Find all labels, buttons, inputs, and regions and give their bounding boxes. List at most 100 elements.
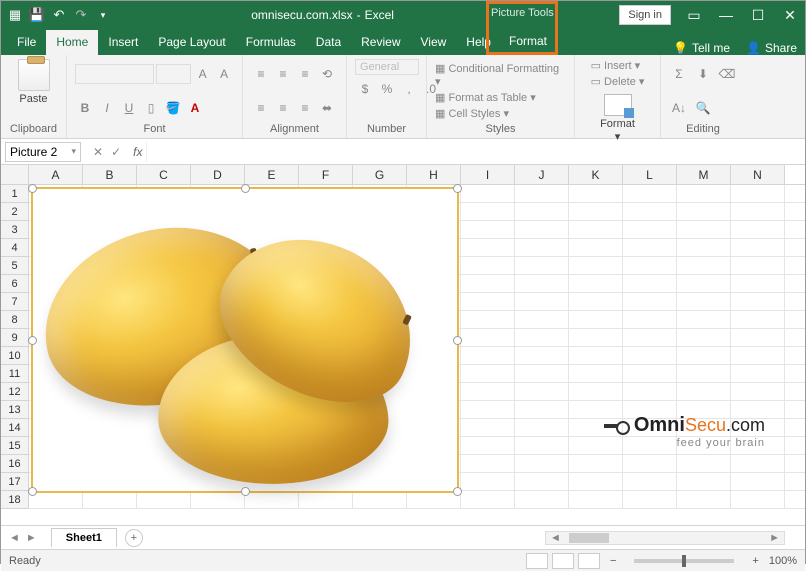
find-select-icon[interactable]: 🔍 — [693, 98, 713, 118]
row-header[interactable]: 15 — [1, 437, 29, 455]
page-break-view-button[interactable] — [578, 553, 600, 569]
select-all-corner[interactable] — [1, 165, 29, 184]
confirm-formula-icon[interactable]: ✓ — [111, 145, 121, 159]
tab-help[interactable]: Help — [456, 30, 501, 55]
sheet-tab[interactable]: Sheet1 — [51, 528, 117, 547]
row-header[interactable]: 17 — [1, 473, 29, 491]
column-header[interactable]: K — [569, 165, 623, 184]
tab-review[interactable]: Review — [351, 30, 410, 55]
worksheet-cells[interactable]: OmniSecu.com feed your brain — [29, 185, 805, 509]
clear-icon[interactable]: ⌫ — [717, 64, 737, 84]
scroll-thumb[interactable] — [569, 533, 609, 543]
delete-cells-button[interactable]: ▭ Delete ▾ — [591, 75, 645, 88]
merge-icon[interactable]: ⬌ — [317, 98, 337, 118]
align-center-icon[interactable]: ≡ — [273, 98, 293, 118]
selected-picture[interactable] — [31, 187, 459, 493]
column-header[interactable]: G — [353, 165, 407, 184]
column-header[interactable]: E — [245, 165, 299, 184]
align-top-icon[interactable]: ≡ — [251, 64, 271, 84]
column-header[interactable]: L — [623, 165, 677, 184]
column-header[interactable]: N — [731, 165, 785, 184]
align-bottom-icon[interactable]: ≡ — [295, 64, 315, 84]
column-header[interactable]: F — [299, 165, 353, 184]
align-middle-icon[interactable]: ≡ — [273, 64, 293, 84]
fx-icon[interactable]: fx — [129, 145, 146, 159]
row-header[interactable]: 7 — [1, 293, 29, 311]
zoom-level[interactable]: 100% — [769, 555, 797, 567]
zoom-in-button[interactable]: + — [746, 555, 764, 567]
format-as-table-button[interactable]: ▦ Format as Table ▾ — [435, 91, 566, 104]
tab-home[interactable]: Home — [46, 30, 98, 55]
tab-format[interactable]: Format — [500, 29, 556, 54]
resize-handle[interactable] — [241, 184, 250, 193]
row-header[interactable]: 8 — [1, 311, 29, 329]
align-left-icon[interactable]: ≡ — [251, 98, 271, 118]
align-right-icon[interactable]: ≡ — [295, 98, 315, 118]
fill-icon[interactable]: ⬇ — [693, 64, 713, 84]
percent-icon[interactable]: % — [377, 79, 397, 99]
format-cells-button[interactable]: Format ▾ — [600, 94, 635, 143]
normal-view-button[interactable] — [526, 553, 548, 569]
column-header[interactable]: A — [29, 165, 83, 184]
row-header[interactable]: 10 — [1, 347, 29, 365]
insert-cells-button[interactable]: ▭ Insert ▾ — [591, 59, 645, 72]
tab-page-layout[interactable]: Page Layout — [148, 30, 235, 55]
row-header[interactable]: 4 — [1, 239, 29, 257]
row-header[interactable]: 6 — [1, 275, 29, 293]
scroll-left-icon[interactable]: ◄ — [546, 532, 565, 544]
add-sheet-button[interactable]: + — [125, 529, 143, 547]
maximize-icon[interactable]: ☐ — [749, 7, 767, 24]
column-header[interactable]: I — [461, 165, 515, 184]
border-icon[interactable]: ▯ — [141, 98, 161, 118]
row-header[interactable]: 11 — [1, 365, 29, 383]
comma-icon[interactable]: , — [399, 79, 419, 99]
font-family-select[interactable] — [75, 64, 154, 84]
minimize-icon[interactable]: — — [717, 7, 735, 23]
fill-color-icon[interactable]: 🪣 — [163, 98, 183, 118]
resize-handle[interactable] — [241, 487, 250, 496]
number-format-select[interactable]: General — [355, 59, 419, 75]
row-header[interactable]: 5 — [1, 257, 29, 275]
column-header[interactable]: J — [515, 165, 569, 184]
orientation-icon[interactable]: ⟲ — [317, 64, 337, 84]
cell-styles-button[interactable]: ▦ Cell Styles ▾ — [435, 107, 566, 120]
close-icon[interactable]: ✕ — [781, 7, 799, 24]
resize-handle[interactable] — [28, 336, 37, 345]
row-header[interactable]: 13 — [1, 401, 29, 419]
resize-handle[interactable] — [453, 336, 462, 345]
column-header[interactable]: M — [677, 165, 731, 184]
conditional-formatting-button[interactable]: ▦ Conditional Formatting ▾ — [435, 62, 566, 88]
paste-button[interactable]: Paste — [18, 59, 50, 105]
resize-handle[interactable] — [28, 487, 37, 496]
tab-view[interactable]: View — [411, 30, 457, 55]
ribbon-options-icon[interactable]: ▭ — [685, 7, 703, 24]
formula-input[interactable] — [146, 142, 805, 162]
row-header[interactable]: 2 — [1, 203, 29, 221]
share-button[interactable]: 👤 Share — [746, 41, 797, 55]
redo-icon[interactable]: ↷ — [73, 7, 89, 23]
scroll-right-icon[interactable]: ► — [765, 532, 784, 544]
zoom-out-button[interactable]: − — [604, 555, 622, 567]
column-header[interactable]: C — [137, 165, 191, 184]
row-header[interactable]: 16 — [1, 455, 29, 473]
tab-formulas[interactable]: Formulas — [236, 30, 306, 55]
currency-icon[interactable]: $ — [355, 79, 375, 99]
row-header[interactable]: 1 — [1, 185, 29, 203]
column-header[interactable]: B — [83, 165, 137, 184]
tab-data[interactable]: Data — [306, 30, 351, 55]
sort-filter-icon[interactable]: A↓ — [669, 98, 689, 118]
undo-icon[interactable]: ↶ — [51, 7, 67, 23]
resize-handle[interactable] — [28, 184, 37, 193]
horizontal-scrollbar[interactable]: ◄ ► — [545, 531, 785, 545]
sheet-nav-next[interactable]: ► — [26, 532, 37, 544]
tab-insert[interactable]: Insert — [98, 30, 148, 55]
column-header[interactable]: D — [191, 165, 245, 184]
sheet-nav-prev[interactable]: ◄ — [9, 532, 20, 544]
italic-icon[interactable]: I — [97, 98, 117, 118]
save-icon[interactable]: 💾 — [29, 7, 45, 23]
decrease-font-icon[interactable]: A — [214, 64, 234, 84]
row-header[interactable]: 18 — [1, 491, 29, 509]
increase-font-icon[interactable]: A — [193, 64, 213, 84]
resize-handle[interactable] — [453, 487, 462, 496]
resize-handle[interactable] — [453, 184, 462, 193]
